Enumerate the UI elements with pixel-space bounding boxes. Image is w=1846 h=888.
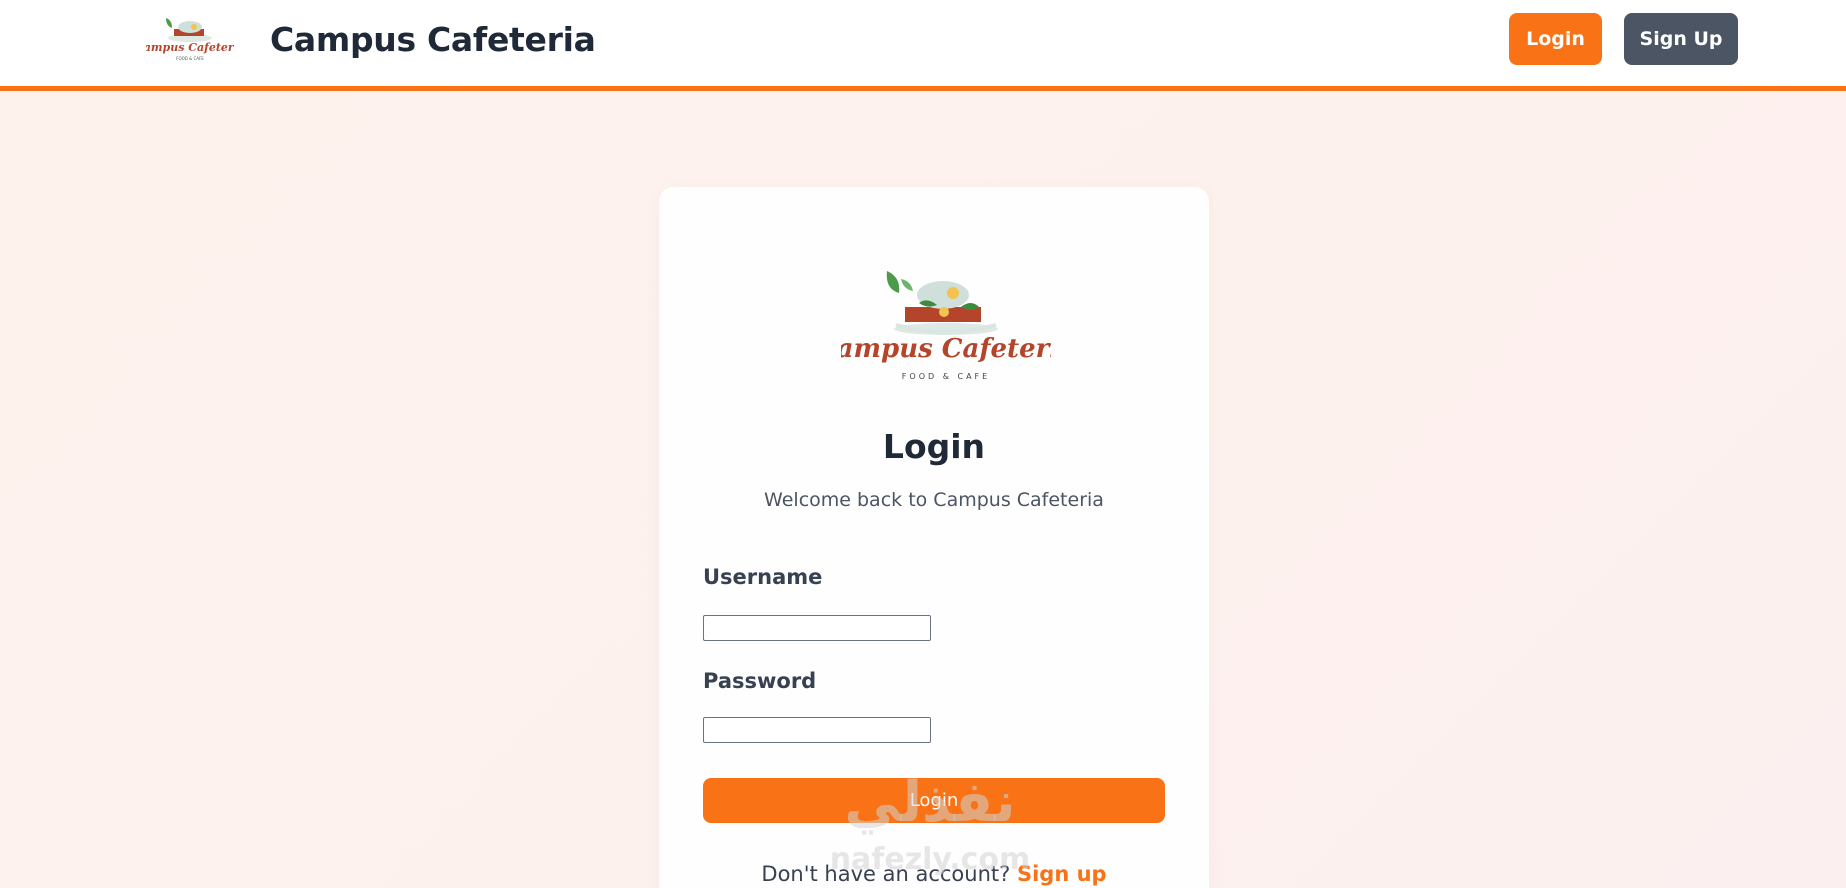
login-submit-button[interactable]: Login [703,778,1165,823]
signup-prompt-text: Don't have an account? [761,862,1017,886]
brand-logo-text: Campus Cafeteria [146,41,234,54]
username-label: Username [703,565,823,589]
brand-logo[interactable]: Campus Cafeteria FOOD & CAFE [146,12,234,66]
header-signup-button[interactable]: Sign Up [1624,13,1738,65]
brand-logo-tagline: FOOD & CAFE [176,56,204,61]
username-input[interactable] [703,615,931,641]
card-logo-text: Campus Cafeteria [841,334,1051,364]
brand-name: Campus Cafeteria [270,20,596,59]
cafeteria-logo: Campus Cafeteria FOOD & CAFE [841,271,1051,381]
card-logo-tagline: FOOD & CAFE [902,372,990,381]
header-login-button[interactable]: Login [1509,13,1602,65]
password-label: Password [703,669,817,693]
password-input[interactable] [703,717,931,743]
signup-prompt: Don't have an account? Sign up [659,862,1209,886]
page-subtitle: Welcome back to Campus Cafeteria [764,489,1104,511]
login-card: Campus Cafeteria FOOD & CAFE Login Welco… [659,187,1209,888]
top-navbar: Campus Cafeteria FOOD & CAFE Campus Cafe… [0,0,1846,91]
page-title: Login [882,427,986,466]
signup-link[interactable]: Sign up [1017,862,1107,886]
